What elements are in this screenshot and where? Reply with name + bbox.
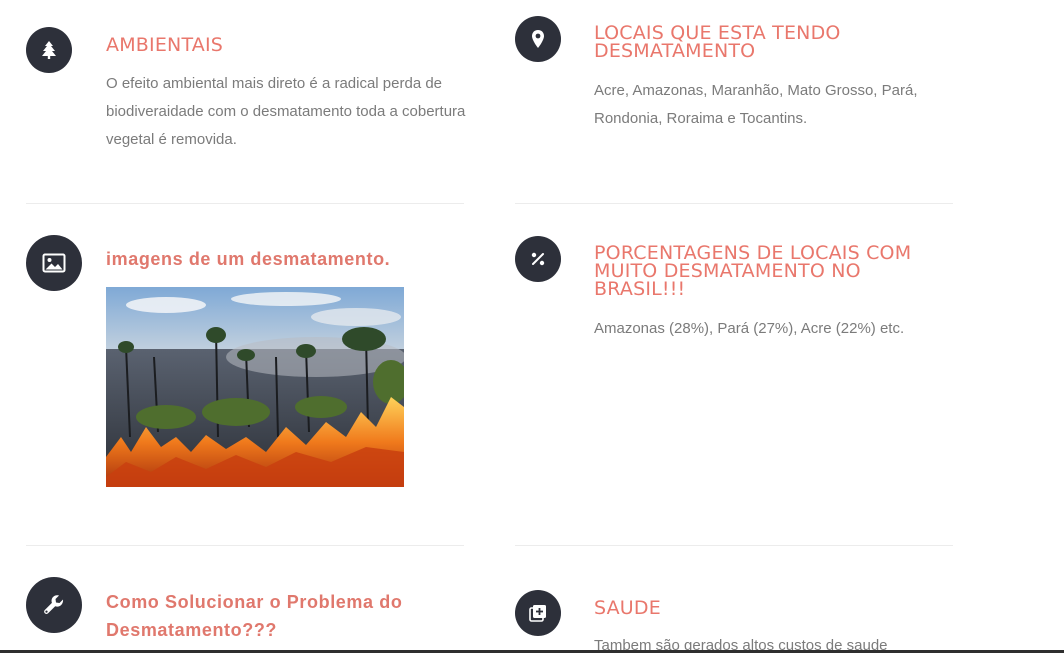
locais-text: Acre, Amazonas, Maranhão, Mato Grosso, P… <box>594 82 918 127</box>
row-2-right-divider <box>515 545 953 546</box>
locais-title: LOCAIS QUE ESTA TENDO DESMATAMENTO <box>594 22 841 62</box>
wrench-icon <box>26 577 82 633</box>
map-pin-icon <box>515 16 561 62</box>
solucionar-title: Como Solucionar o Problema do Desmatamen… <box>106 592 403 640</box>
imagens-title: imagens de um desmatamento. <box>106 249 391 269</box>
ambientais-title: AMBIENTAIS <box>106 34 224 56</box>
porcentagens-title: PORCENTAGENS DE LOCAIS COM MUITO DESMATA… <box>594 242 912 300</box>
saude-title: SAUDE <box>594 597 661 619</box>
medical-plus-icon <box>515 590 561 636</box>
tree-icon <box>26 27 72 73</box>
image-icon <box>26 235 82 291</box>
deforestation-fire-photo <box>106 287 404 487</box>
row-1-right-divider <box>515 203 953 204</box>
row-2-left-divider <box>26 545 464 546</box>
porcentagens-text: Amazonas (28%), Pará (27%), Acre (22%) e… <box>594 320 905 337</box>
ambientais-text: O efeito ambiental mais direto é a radic… <box>106 75 466 148</box>
row-1-left-divider <box>26 203 464 204</box>
percent-icon <box>515 236 561 282</box>
